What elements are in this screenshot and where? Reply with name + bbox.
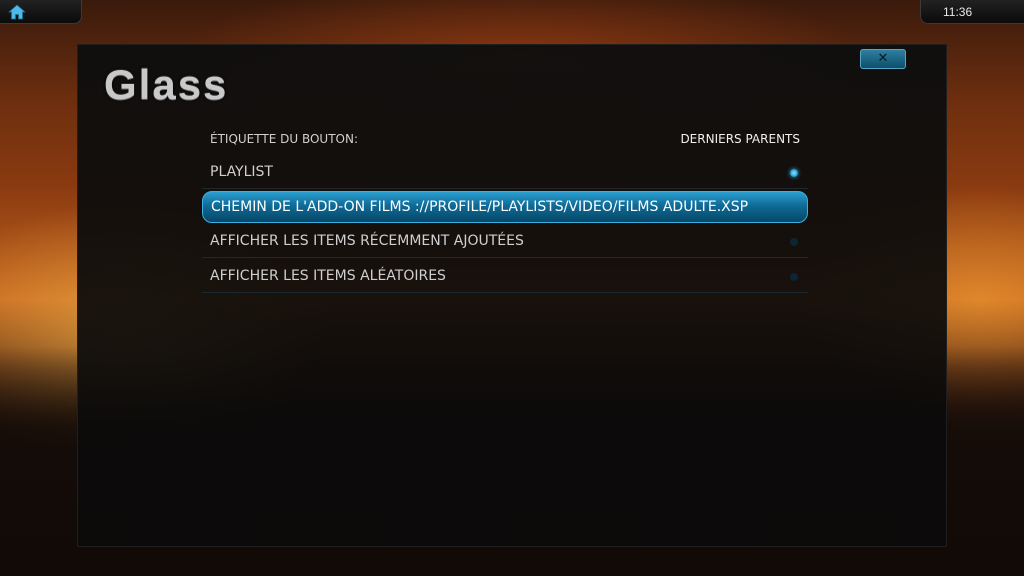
top-left-bar <box>0 0 82 24</box>
home-icon <box>7 4 27 20</box>
list-item-label: PLAYLIST <box>210 164 273 180</box>
clock: 11:36 <box>943 5 973 19</box>
list-item-addon-path[interactable]: CHEMIN DE L'ADD-ON FILMS ://PROFILE/PLAY… <box>202 191 808 223</box>
list-item-playlist[interactable]: PLAYLIST <box>202 157 808 189</box>
list-item-recent[interactable]: AFFICHER LES ITEMS RÉCEMMENT AJOUTÉES <box>202 226 808 258</box>
list-item-label: CHEMIN DE L'ADD-ON FILMS ://PROFILE/PLAY… <box>211 199 749 215</box>
radio-indicator <box>790 169 798 177</box>
list-item-label: AFFICHER LES ITEMS RÉCEMMENT AJOUTÉES <box>210 233 524 249</box>
close-icon: ✕ <box>877 51 889 66</box>
home-button[interactable] <box>7 4 27 20</box>
radio-indicator <box>790 238 798 246</box>
close-button[interactable]: ✕ <box>860 49 906 69</box>
dialog-title: Glass <box>104 61 229 108</box>
settings-dialog: Glass ✕ ÉTIQUETTE DU BOUTON: DERNIERS PA… <box>77 44 947 547</box>
header-label: ÉTIQUETTE DU BOUTON: <box>210 132 358 146</box>
top-right-bar: 11:36 <box>920 0 1024 24</box>
button-label-header: ÉTIQUETTE DU BOUTON: DERNIERS PARENTS <box>210 132 800 152</box>
list-item-label: AFFICHER LES ITEMS ALÉATOIRES <box>210 268 446 284</box>
radio-indicator <box>790 273 798 281</box>
header-value: DERNIERS PARENTS <box>680 132 800 146</box>
list-item-random[interactable]: AFFICHER LES ITEMS ALÉATOIRES <box>202 261 808 293</box>
